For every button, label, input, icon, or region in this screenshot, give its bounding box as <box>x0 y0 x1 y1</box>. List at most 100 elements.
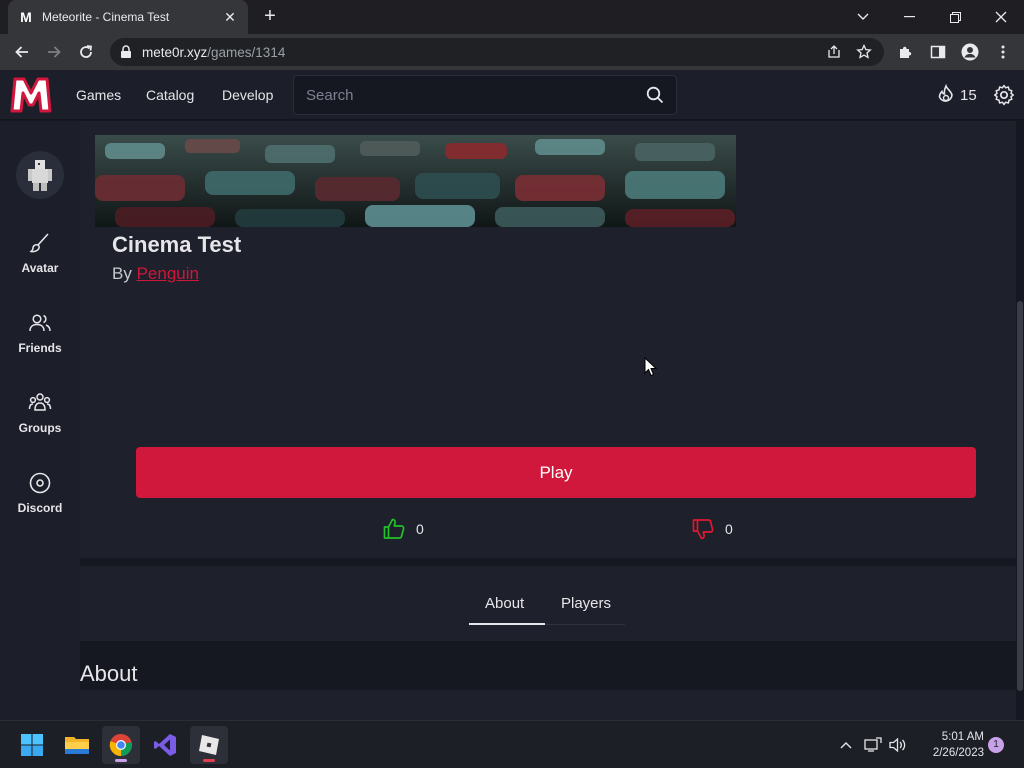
extensions-button[interactable] <box>897 43 915 61</box>
back-button[interactable] <box>10 40 34 64</box>
like-count: 0 <box>416 521 424 537</box>
scrollbar-thumb[interactable] <box>1017 301 1023 691</box>
currency-count: 15 <box>960 86 977 104</box>
close-window-button[interactable] <box>978 0 1024 34</box>
game-details-card: Cinema Test By Penguin Play 0 0 <box>80 121 1016 558</box>
about-heading: About <box>80 661 138 686</box>
creator-link[interactable]: Penguin <box>137 264 199 283</box>
lock-icon[interactable] <box>120 45 132 59</box>
arrow-right-icon <box>48 46 61 58</box>
browser-toolbar: mete0r.xyz/games/1314 <box>0 34 1024 70</box>
restore-button[interactable] <box>932 0 978 34</box>
address-bar[interactable]: mete0r.xyz/games/1314 <box>110 38 884 66</box>
running-app-indicator <box>203 759 215 762</box>
reload-icon <box>80 45 93 58</box>
reload-button[interactable] <box>74 40 98 64</box>
taskbar-visual-studio[interactable] <box>146 726 184 764</box>
roblox-icon <box>199 735 219 755</box>
page-scrollbar[interactable] <box>1016 121 1024 720</box>
network-tray-button[interactable] <box>863 735 883 755</box>
taskbar-file-explorer[interactable] <box>58 726 96 764</box>
close-icon <box>995 11 1007 23</box>
sidebar-label-friends: Friends <box>18 341 62 355</box>
speaker-icon <box>889 737 906 753</box>
game-title: Cinema Test <box>112 232 242 257</box>
sidebar-label-avatar: Avatar <box>21 261 59 275</box>
settings-gear-icon[interactable] <box>993 84 1015 106</box>
chevron-down-icon <box>857 13 869 20</box>
site-favicon-icon: M <box>20 9 32 25</box>
folder-icon <box>65 737 89 754</box>
system-clock[interactable]: 5:01 AM 2/26/2023 <box>918 729 984 761</box>
bookmark-star-icon[interactable] <box>856 44 872 60</box>
game-tabs: About Players <box>80 566 1016 641</box>
minimize-button[interactable] <box>886 0 932 34</box>
puzzle-icon <box>900 46 912 58</box>
discord-icon <box>29 472 51 494</box>
user-avatar[interactable] <box>16 151 64 199</box>
meteorite-logo[interactable] <box>9 75 53 115</box>
tab-players[interactable]: Players <box>561 595 611 612</box>
tab-about[interactable]: About <box>485 595 524 612</box>
game-thumbnail <box>95 135 736 227</box>
creator-line: By Penguin <box>112 264 199 283</box>
left-sidebar: Avatar Friends Groups Discord <box>0 121 80 720</box>
chevron-up-icon <box>840 742 852 749</box>
currency-balance[interactable]: 15 <box>936 84 977 106</box>
minimize-icon <box>903 16 915 18</box>
flame-currency-icon <box>938 84 953 102</box>
start-button[interactable] <box>13 726 51 764</box>
restore-icon <box>949 11 961 23</box>
sidebar-item-avatar[interactable]: Avatar <box>0 231 80 291</box>
thumbs-up-icon <box>383 518 405 539</box>
windows-logo-icon <box>21 734 43 756</box>
volume-tray-button[interactable] <box>888 735 908 755</box>
nav-games[interactable]: Games <box>76 87 121 103</box>
side-panel-button[interactable] <box>929 43 947 61</box>
network-icon <box>864 737 882 752</box>
tab-search-dropdown-button[interactable] <box>840 0 886 34</box>
browser-menu-button[interactable] <box>994 43 1012 61</box>
forward-button[interactable] <box>42 40 66 64</box>
chrome-icon <box>109 733 132 757</box>
active-tab-indicator <box>469 623 545 625</box>
sidebar-label-groups: Groups <box>18 421 62 435</box>
nav-catalog[interactable]: Catalog <box>146 87 194 103</box>
search-input[interactable] <box>306 85 626 105</box>
tab-title: Meteorite - Cinema Test <box>42 10 170 24</box>
like-control[interactable]: 0 <box>382 516 424 542</box>
nav-develop[interactable]: Develop <box>222 87 273 103</box>
visual-studio-icon <box>154 734 176 756</box>
windows-taskbar: 5:01 AM 2/26/2023 1 <box>0 720 1024 768</box>
share-icon[interactable] <box>826 44 842 60</box>
profile-button[interactable] <box>961 43 979 61</box>
tab-close-icon[interactable]: ✕ <box>222 9 238 26</box>
clock-time: 5:01 AM <box>941 731 984 743</box>
groups-icon <box>28 393 52 411</box>
play-button[interactable]: Play <box>136 447 976 498</box>
sidebar-label-discord: Discord <box>17 501 63 515</box>
thumbs-down-icon <box>692 519 714 540</box>
sidebar-item-groups[interactable]: Groups <box>0 391 80 451</box>
tray-overflow-button[interactable] <box>836 735 856 755</box>
browser-tab-strip: M Meteorite - Cinema Test ✕ + <box>0 0 1024 34</box>
search-box <box>293 75 677 115</box>
search-icon[interactable] <box>646 86 664 104</box>
tab-track-line <box>545 624 625 625</box>
avatar-image <box>28 160 52 191</box>
sidebar-item-discord[interactable]: Discord <box>0 471 80 531</box>
about-content-panel <box>80 690 1016 720</box>
new-tab-button[interactable]: + <box>258 4 282 28</box>
profile-icon <box>961 43 979 61</box>
mouse-cursor-icon <box>644 357 658 377</box>
taskbar-chrome[interactable] <box>102 726 140 764</box>
dislike-control[interactable]: 0 <box>691 516 733 542</box>
url-text: mete0r.xyz/games/1314 <box>142 44 286 60</box>
arrow-left-icon <box>15 46 28 58</box>
kebab-menu-icon <box>1001 45 1005 59</box>
sidebar-item-friends[interactable]: Friends <box>0 311 80 371</box>
brush-icon <box>29 233 49 253</box>
notification-badge[interactable]: 1 <box>988 737 1004 753</box>
browser-tab[interactable]: M Meteorite - Cinema Test ✕ <box>8 0 248 34</box>
taskbar-roblox[interactable] <box>190 726 228 764</box>
